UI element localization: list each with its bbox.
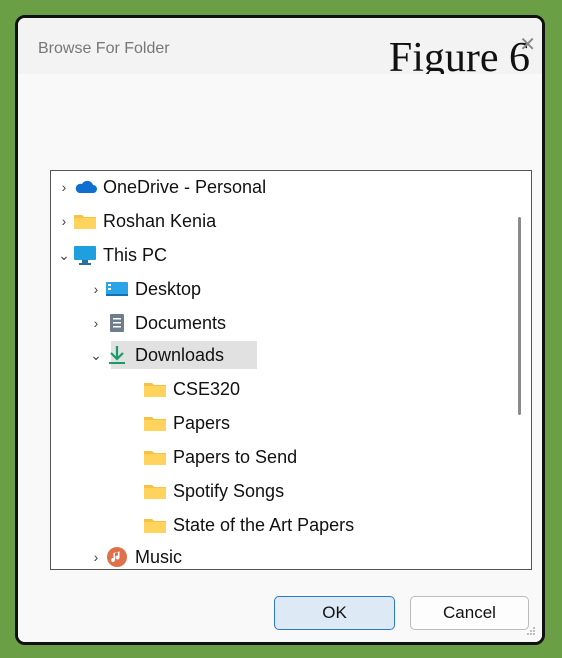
tree-item-downloads-content[interactable]: ⌄ Downloads [87, 341, 447, 369]
music-icon [105, 547, 129, 567]
tree-item-music[interactable]: › Music [87, 543, 447, 569]
download-icon [105, 345, 129, 365]
document-icon [105, 313, 129, 333]
chevron-right-icon[interactable]: › [55, 213, 73, 229]
folder-icon [143, 481, 167, 501]
tree-item-state-of-the-art-papers[interactable]: State of the Art Papers [143, 511, 503, 539]
vertical-scrollbar[interactable] [518, 217, 521, 415]
close-icon[interactable]: ✕ [519, 32, 536, 57]
tree-item-spotify-songs[interactable]: Spotify Songs [143, 477, 473, 505]
tree-item-papers[interactable]: Papers [143, 409, 473, 437]
tree-item-label: Desktop [135, 278, 202, 299]
tree-item-cse320[interactable]: CSE320 [143, 375, 473, 403]
folder-icon [143, 413, 167, 433]
tree-item-label: OneDrive - Personal [103, 176, 267, 197]
folder-icon [143, 447, 167, 467]
resize-grip-icon[interactable] [526, 626, 536, 636]
cancel-button[interactable]: Cancel [410, 596, 529, 630]
tree-item-this-pc[interactable]: ⌄ This PC [55, 241, 455, 269]
chevron-right-icon[interactable]: › [55, 179, 73, 195]
title-bar: Browse For Folder Figure 6 ✕ [18, 18, 542, 81]
tree-item-desktop[interactable]: › Desktop [87, 275, 447, 303]
tree-item-label: This PC [103, 244, 168, 265]
tree-item-label: CSE320 [173, 378, 241, 399]
tree-item-label: Downloads [135, 344, 225, 365]
folder-icon [143, 379, 167, 399]
cloud-icon [73, 177, 97, 197]
tree-item-label: Roshan Kenia [103, 210, 217, 231]
tree-item-documents[interactable]: › Documents [87, 309, 447, 337]
chevron-down-icon[interactable]: ⌄ [87, 347, 105, 364]
ok-button[interactable]: OK [274, 596, 395, 630]
chevron-right-icon[interactable]: › [87, 549, 105, 565]
tree-item-label: Documents [135, 312, 227, 333]
tree-item-papers-to-send[interactable]: Papers to Send [143, 443, 473, 471]
tree-item-label: Papers [173, 412, 231, 433]
monitor-icon [73, 245, 97, 265]
chevron-right-icon[interactable]: › [87, 281, 105, 297]
browse-for-folder-dialog: Browse For Folder Figure 6 ✕ › OneDrive … [15, 15, 545, 645]
dialog-title: Browse For Folder [38, 40, 170, 57]
chevron-down-icon[interactable]: ⌄ [55, 247, 73, 264]
folder-icon [73, 211, 97, 231]
tree-item-roshan-kenia[interactable]: › Roshan Kenia [55, 207, 455, 235]
tree-item-label: Spotify Songs [173, 480, 285, 501]
tree-item-label: Music [135, 546, 183, 567]
folder-icon [143, 515, 167, 535]
tree-item-label: State of the Art Papers [173, 514, 355, 535]
folder-tree[interactable]: › OneDrive - Personal › Roshan Kenia ⌄ T… [50, 170, 532, 570]
tree-item-label: Papers to Send [173, 446, 298, 467]
desktop-folder-icon [105, 279, 129, 299]
chevron-right-icon[interactable]: › [87, 315, 105, 331]
tree-item-onedrive[interactable]: › OneDrive - Personal [55, 173, 455, 201]
